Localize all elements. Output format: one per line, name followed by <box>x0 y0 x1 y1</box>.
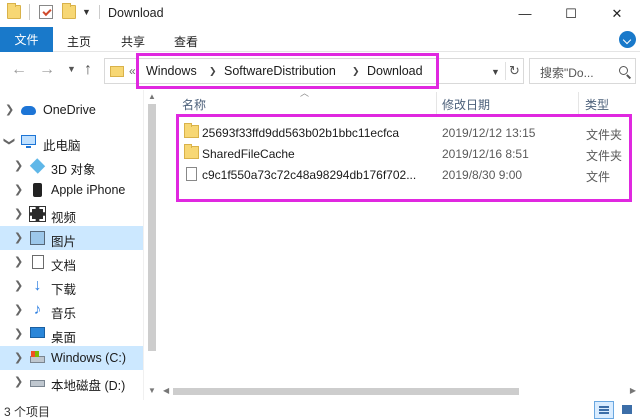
column-header-name[interactable]: 名称 <box>182 96 206 113</box>
forward-button[interactable]: → <box>39 61 55 79</box>
scroll-down-icon[interactable]: ▼ <box>148 386 156 395</box>
quick-access-dropdown-icon[interactable]: ▼ <box>82 7 91 17</box>
this-pc-icon <box>21 135 36 148</box>
folder-icon <box>110 66 124 77</box>
search-input[interactable]: 搜索"Do... <box>540 64 594 81</box>
address-highlight-box <box>136 53 439 89</box>
documents-icon <box>32 255 44 269</box>
overflow-chevron-icon[interactable]: « <box>129 64 136 78</box>
tab-view[interactable]: 查看 <box>174 33 198 50</box>
sidebar-item-music[interactable]: ❯ ♪ 音乐 <box>0 298 143 322</box>
large-icons-view-icon[interactable] <box>617 401 637 419</box>
sidebar-item-documents[interactable]: ❯ 文档 <box>0 250 143 274</box>
column-divider[interactable] <box>578 92 579 114</box>
back-button[interactable]: ← <box>11 61 27 79</box>
scroll-left-icon[interactable]: ◀ <box>163 386 169 395</box>
properties-icon[interactable] <box>39 5 53 19</box>
ribbon-tabs: 文件 主页 共享 查看 <box>0 27 640 52</box>
recent-locations-chevron-icon[interactable]: ▼ <box>67 64 76 74</box>
maximize-button[interactable]: ☐ <box>548 0 594 27</box>
chevron-right-icon[interactable]: ❯ <box>14 159 23 172</box>
sidebar-item-apple-iphone[interactable]: ❯ Apple iPhone <box>0 178 143 202</box>
sidebar-item-label: 图片 <box>51 235 77 249</box>
search-icon <box>619 66 628 75</box>
status-bar: 3 个项目 <box>0 400 640 420</box>
column-divider[interactable] <box>436 92 437 114</box>
sidebar-item-label: 文档 <box>51 259 77 273</box>
downloads-icon: ↓ <box>33 277 42 294</box>
sidebar-item-pictures[interactable]: ❯ 图片 <box>0 226 143 250</box>
chevron-right-icon[interactable]: ❯ <box>14 207 23 220</box>
scrollbar-thumb[interactable] <box>173 388 519 395</box>
drive-d-icon <box>30 380 45 387</box>
sidebar-item-videos[interactable]: ❯ 视频 <box>0 202 143 226</box>
3d-objects-icon <box>29 158 46 174</box>
column-header-date-modified[interactable]: 修改日期 <box>442 96 490 113</box>
expand-ribbon-icon[interactable] <box>619 31 636 48</box>
scroll-right-icon[interactable]: ▶ <box>630 386 636 395</box>
window-title: Download <box>108 6 164 20</box>
sidebar-item-label: 此电脑 <box>43 139 81 153</box>
scrollbar-thumb[interactable] <box>148 104 156 351</box>
onedrive-icon <box>21 106 36 115</box>
navigation-pane-scrollbar[interactable]: ▲ ▼ <box>143 90 159 400</box>
close-button[interactable]: ✕ <box>594 0 640 27</box>
sidebar-item-label: 桌面 <box>51 331 77 345</box>
sidebar-item-3d-objects[interactable]: ❯ 3D 对象 <box>0 154 143 178</box>
toolbar-divider <box>29 4 30 20</box>
video-icon <box>29 206 46 222</box>
tab-file[interactable]: 文件 <box>0 27 53 52</box>
chevron-right-icon[interactable]: ❯ <box>14 231 23 244</box>
sidebar-item-downloads[interactable]: ❯ ↓ 下载 <box>0 274 143 298</box>
chevron-right-icon[interactable]: ❯ <box>14 255 23 268</box>
music-icon: ♪ <box>33 301 42 318</box>
minimize-button[interactable]: — <box>502 0 548 27</box>
chevron-down-icon[interactable]: ❯ <box>3 137 16 146</box>
refresh-icon[interactable]: ↻ <box>505 62 523 80</box>
sidebar-item-label: 音乐 <box>51 307 77 321</box>
chevron-right-icon[interactable]: ❯ <box>5 103 14 116</box>
sidebar-item-label: Windows (C:) <box>51 351 127 365</box>
chevron-right-icon[interactable]: ❯ <box>14 351 23 364</box>
sidebar-item-label: 下载 <box>51 283 77 297</box>
iphone-icon <box>33 183 42 197</box>
sidebar-item-onedrive[interactable]: ❯ OneDrive <box>0 98 143 122</box>
sidebar-item-label: 本地磁盘 (D:) <box>51 379 126 393</box>
title-bar: ▼ Download — ☐ ✕ <box>0 0 640 27</box>
search-box[interactable]: 搜索"Do... <box>529 58 636 84</box>
chevron-right-icon[interactable]: ❯ <box>14 303 23 316</box>
address-dropdown-icon[interactable]: ▼ <box>491 67 500 77</box>
sidebar-item-label: 视频 <box>51 211 77 225</box>
new-folder-icon[interactable] <box>62 3 76 19</box>
chevron-right-icon[interactable]: ❯ <box>14 183 23 196</box>
item-count: 3 个项目 <box>4 405 51 419</box>
column-header-type[interactable]: 类型 <box>585 96 609 113</box>
sidebar-item-label: Apple iPhone <box>51 183 126 197</box>
up-button[interactable]: ↑ <box>84 61 92 79</box>
scroll-up-icon[interactable]: ▲ <box>148 92 156 101</box>
sidebar-item-local-disk-d[interactable]: ❯ 本地磁盘 (D:) <box>0 370 143 394</box>
navigation-pane: ❯ OneDrive ❯ 此电脑 ❯ 3D 对象 ❯ Apple iPhone … <box>0 90 159 400</box>
file-list-horizontal-scrollbar[interactable]: ◀ ▶ <box>159 383 640 400</box>
file-list-highlight-box <box>176 114 632 202</box>
chevron-right-icon[interactable]: ❯ <box>14 375 23 388</box>
sidebar-item-windows-c[interactable]: ❯ Windows (C:) <box>0 346 143 370</box>
sidebar-item-label: 3D 对象 <box>51 163 96 177</box>
drive-c-icon <box>30 351 45 363</box>
desktop-icon <box>30 327 45 338</box>
sidebar-item-desktop[interactable]: ❯ 桌面 <box>0 322 143 346</box>
chevron-right-icon[interactable]: ❯ <box>14 279 23 292</box>
tab-home[interactable]: 主页 <box>67 33 91 50</box>
pictures-icon <box>30 231 45 245</box>
folder-icon <box>7 3 21 19</box>
title-divider <box>99 5 100 19</box>
tab-share[interactable]: 共享 <box>121 33 145 50</box>
sidebar-item-this-pc[interactable]: ❯ 此电脑 <box>0 130 143 154</box>
chevron-right-icon[interactable]: ❯ <box>14 327 23 340</box>
details-view-icon[interactable] <box>594 401 614 419</box>
sort-ascending-icon: ︿ <box>300 88 310 98</box>
sidebar-item-label: OneDrive <box>43 103 96 117</box>
